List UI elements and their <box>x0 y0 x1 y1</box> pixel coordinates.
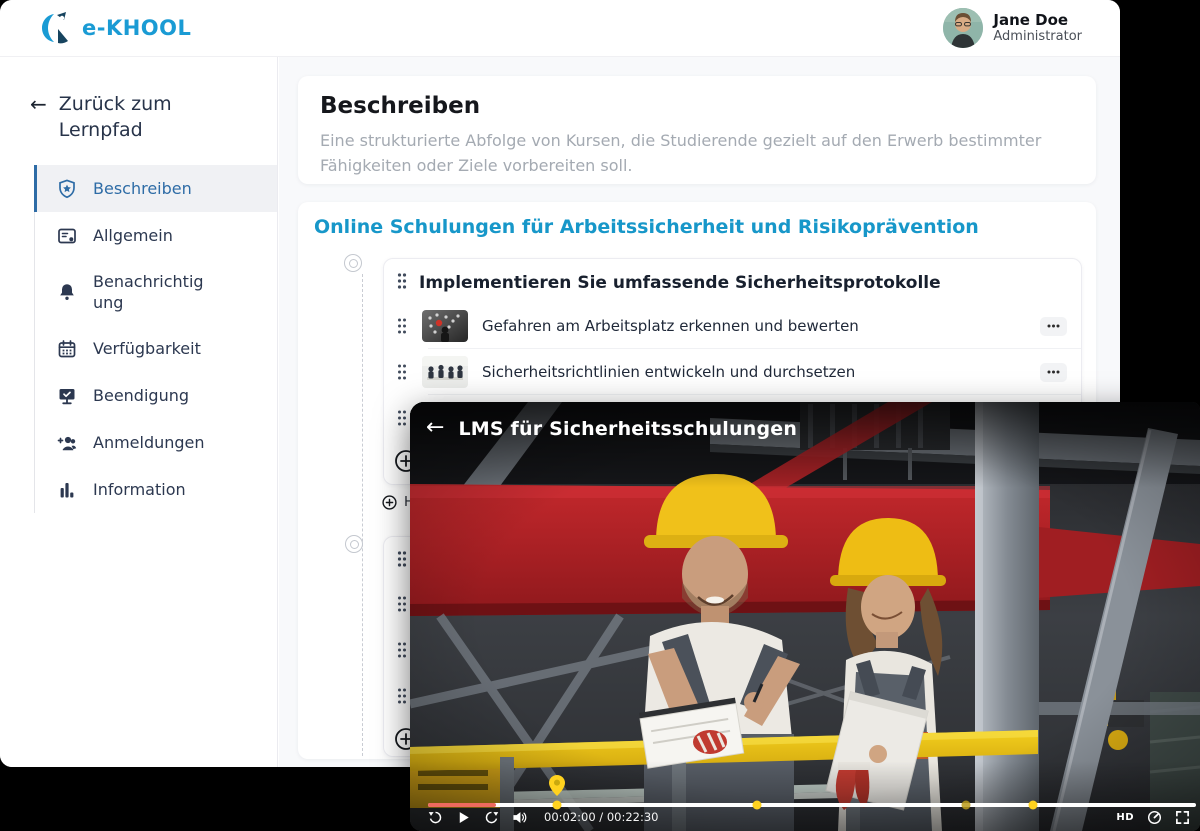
bell-icon <box>57 282 77 302</box>
sidebar-item-label: Beendigung <box>93 385 189 406</box>
video-title-bar: ← LMS für Sicherheitsschulungen <box>410 402 1200 488</box>
sidebar-nav: Beschreiben Allgemein Benachrichtigung <box>0 165 277 513</box>
lesson-row[interactable]: Sicherheitsrichtlinien entwickeln und du… <box>384 349 1081 395</box>
sidebar-item-verfuegbarkeit[interactable]: Verfügbarkeit <box>34 325 277 372</box>
timeline-line <box>362 274 363 756</box>
timeline-node-1[interactable] <box>344 254 362 272</box>
lesson-thumbnail <box>422 356 468 388</box>
brand-name: e-KHOOL <box>82 16 191 40</box>
sidebar-item-information[interactable]: Information <box>34 466 277 513</box>
video-player-overlay[interactable]: ← LMS für Sicherheitsschulungen <box>410 402 1200 831</box>
description-card: Beschreiben Eine strukturierte Abfolge v… <box>298 76 1096 184</box>
sidebar-item-label: Anmeldungen <box>93 432 205 453</box>
person-add-icon <box>57 433 77 453</box>
quality-badge[interactable]: HD <box>1116 812 1134 823</box>
back-arrow-icon: ← <box>30 91 47 143</box>
seek-pin-icon[interactable] <box>549 775 565 800</box>
sidebar: ← Zurück zum Lernpfad Beschreiben Allgem… <box>0 57 278 767</box>
monitor-check-icon <box>57 386 77 406</box>
lesson-title: Sicherheitsrichtlinien entwickeln und du… <box>482 363 855 381</box>
timeline-node-2[interactable] <box>345 535 363 553</box>
brand-logo[interactable]: e-KHOOL <box>40 12 191 44</box>
avatar[interactable] <box>943 8 983 48</box>
fullscreen-icon[interactable] <box>1175 810 1190 825</box>
drag-handle-icon[interactable] <box>396 363 408 381</box>
section-title: Online Schulungen für Arbeitssicherheit … <box>298 202 1096 238</box>
play-icon[interactable] <box>456 810 471 825</box>
sidebar-item-benachrichtigung[interactable]: Benachrichtigung <box>34 259 277 325</box>
sidebar-item-label: Information <box>93 479 186 500</box>
sidebar-item-beendigung[interactable]: Beendigung <box>34 372 277 419</box>
user-name: Jane Doe <box>993 11 1082 29</box>
top-header: e-KHOOL Jane Doe Administrator <box>0 0 1120 57</box>
drag-handle-icon[interactable] <box>396 317 408 335</box>
row-menu-button[interactable] <box>1040 317 1067 336</box>
lesson-title: Gefahren am Arbeitsplatz erkennen und be… <box>482 317 859 335</box>
video-controls: 00:02:00 / 00:22:30 HD <box>428 807 1190 827</box>
drag-handle-icon[interactable] <box>396 272 408 294</box>
user-menu[interactable]: Jane Doe Administrator <box>943 8 1082 48</box>
calendar-icon <box>57 339 77 359</box>
forward-icon[interactable] <box>484 810 499 825</box>
back-to-learning-path-link[interactable]: ← Zurück zum Lernpfad <box>30 91 230 143</box>
video-timestamp: 00:02:00 / 00:22:30 <box>544 810 658 824</box>
volume-icon[interactable] <box>512 810 527 825</box>
user-info: Jane Doe Administrator <box>993 11 1082 45</box>
add-icon <box>382 495 397 510</box>
sidebar-item-beschreiben[interactable]: Beschreiben <box>34 165 277 212</box>
drag-handle-icon[interactable] <box>396 409 408 427</box>
group-title: Implementieren Sie umfassende Sicherheit… <box>419 273 941 293</box>
sidebar-item-label: Verfügbarkeit <box>93 338 201 359</box>
rewind-icon[interactable] <box>428 810 443 825</box>
sidebar-item-label: Benachrichtigung <box>93 271 211 313</box>
sidebar-item-allgemein[interactable]: Allgemein <box>34 212 277 259</box>
video-title: LMS für Sicherheitsschulungen <box>458 418 797 440</box>
bar-chart-icon <box>57 480 77 500</box>
lesson-thumbnail <box>422 310 468 342</box>
page-description: Eine strukturierte Abfolge von Kursen, d… <box>320 128 1074 178</box>
ellipsis-icon <box>1047 324 1060 328</box>
ellipsis-icon <box>1047 370 1060 374</box>
group-header: Implementieren Sie umfassende Sicherheit… <box>384 259 1081 303</box>
id-card-icon <box>57 226 77 246</box>
user-role: Administrator <box>993 29 1082 45</box>
sidebar-item-label: Allgemein <box>93 225 173 246</box>
video-back-arrow-icon[interactable]: ← <box>426 416 444 440</box>
page-title: Beschreiben <box>320 93 1074 119</box>
back-label: Zurück zum Lernpfad <box>59 91 230 143</box>
sidebar-item-label: Beschreiben <box>93 178 192 199</box>
drag-handle-icon[interactable] <box>396 595 408 613</box>
drag-handle-icon[interactable] <box>396 687 408 705</box>
row-menu-button[interactable] <box>1040 363 1067 382</box>
shield-star-icon <box>57 179 77 199</box>
avatar-image <box>943 8 983 48</box>
drag-handle-icon[interactable] <box>396 550 408 572</box>
playback-speed-icon[interactable] <box>1147 810 1162 825</box>
drag-handle-icon[interactable] <box>396 641 408 659</box>
video-controls-right: HD <box>1116 810 1190 825</box>
ekhool-logo-icon <box>40 12 74 44</box>
sidebar-item-anmeldungen[interactable]: Anmeldungen <box>34 419 277 466</box>
lesson-row[interactable]: Gefahren am Arbeitsplatz erkennen und be… <box>384 303 1081 349</box>
